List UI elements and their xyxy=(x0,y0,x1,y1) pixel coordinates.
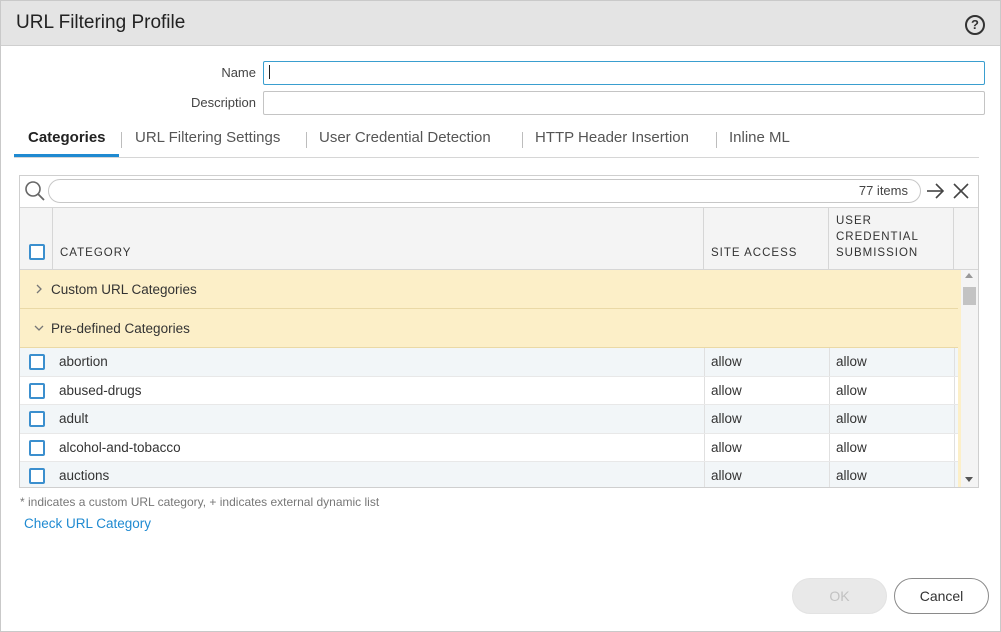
site-access-cell[interactable]: allow xyxy=(711,468,742,483)
group-predefined-categories[interactable]: Pre-defined Categories xyxy=(20,309,958,348)
text-caret xyxy=(269,65,270,79)
category-cell[interactable]: abortion xyxy=(59,354,108,369)
arrow-right-icon[interactable] xyxy=(925,181,945,201)
credential-cell[interactable]: allow xyxy=(836,411,867,426)
chevron-right-icon[interactable] xyxy=(34,284,44,294)
table-row[interactable]: alcohol-and-tobacco allow allow xyxy=(20,433,958,462)
search-icon xyxy=(25,181,45,201)
scrollbar-thumb[interactable] xyxy=(963,287,976,305)
cancel-button[interactable]: Cancel xyxy=(894,578,989,614)
header-site-access[interactable]: SITE ACCESS xyxy=(704,208,829,270)
tab-user-credential-detection[interactable]: User Credential Detection xyxy=(319,129,491,146)
table-row[interactable]: auctions allow allow xyxy=(20,462,958,487)
name-input[interactable] xyxy=(263,61,985,85)
search-bar: 77 items xyxy=(20,176,978,208)
category-cell[interactable]: abused-drugs xyxy=(59,383,142,398)
help-circle-icon[interactable]: ? xyxy=(965,15,985,35)
tab-divider xyxy=(306,132,307,148)
group-label: Pre-defined Categories xyxy=(51,321,190,336)
site-access-cell[interactable]: allow xyxy=(711,383,742,398)
header-site-access-label: SITE ACCESS xyxy=(711,247,798,259)
tab-bar: Categories URL Filtering Settings User C… xyxy=(14,123,979,158)
ok-button[interactable]: OK xyxy=(792,578,887,614)
site-access-cell[interactable]: allow xyxy=(711,354,742,369)
category-cell[interactable]: alcohol-and-tobacco xyxy=(59,440,181,455)
row-checkbox[interactable] xyxy=(29,439,45,456)
header-category[interactable]: CATEGORY xyxy=(53,208,704,270)
check-url-category-link[interactable]: Check URL Category xyxy=(24,516,151,531)
credential-cell[interactable]: allow xyxy=(836,354,867,369)
tab-divider xyxy=(121,132,122,148)
select-all-checkbox[interactable] xyxy=(29,244,45,260)
credential-cell[interactable]: allow xyxy=(836,383,867,398)
chevron-down-icon[interactable] xyxy=(34,323,44,333)
row-checkbox[interactable] xyxy=(29,468,45,484)
row-checkbox[interactable] xyxy=(29,382,45,399)
name-label: Name xyxy=(221,65,256,80)
tab-categories[interactable]: Categories xyxy=(28,129,106,146)
search-input[interactable]: 77 items xyxy=(48,179,921,203)
category-cell[interactable]: adult xyxy=(59,411,88,426)
scroll-down-arrow-icon[interactable] xyxy=(965,477,973,482)
header-select-cell xyxy=(20,208,53,270)
header-category-label: CATEGORY xyxy=(60,247,132,259)
description-label: Description xyxy=(190,95,256,110)
url-filtering-profile-dialog: URL Filtering Profile ? Name Description… xyxy=(0,0,1001,632)
category-cell[interactable]: auctions xyxy=(59,468,109,483)
site-access-cell[interactable]: allow xyxy=(711,440,742,455)
group-custom-url-categories[interactable]: Custom URL Categories xyxy=(20,270,958,309)
row-checkbox[interactable] xyxy=(29,354,45,370)
description-input[interactable] xyxy=(263,91,985,115)
items-count: 77 items xyxy=(858,183,908,198)
scroll-up-arrow-icon[interactable] xyxy=(965,273,973,278)
header-user-credential-submission[interactable]: USER CREDENTIAL SUBMISSION xyxy=(829,208,954,270)
active-tab-underline xyxy=(14,154,119,157)
categories-grid: 77 items CATEGORY SITE ACCESS USER CREDE… xyxy=(19,175,979,488)
credential-cell[interactable]: allow xyxy=(836,440,867,455)
tab-divider xyxy=(716,132,717,148)
row-checkbox[interactable] xyxy=(29,411,45,427)
table-row[interactable]: abused-drugs allow allow xyxy=(20,376,958,405)
tab-http-header-insertion[interactable]: HTTP Header Insertion xyxy=(535,129,689,146)
footnote: * indicates a custom URL category, + ind… xyxy=(20,495,380,509)
header-credential-label: USER CREDENTIAL SUBMISSION xyxy=(836,215,919,259)
tab-divider xyxy=(522,132,523,148)
table-row[interactable]: abortion allow allow xyxy=(20,348,958,377)
tab-url-filtering-settings[interactable]: URL Filtering Settings xyxy=(135,129,280,146)
close-icon[interactable] xyxy=(951,181,971,201)
dialog-titlebar: URL Filtering Profile ? xyxy=(1,1,1000,46)
group-label: Custom URL Categories xyxy=(51,282,197,297)
site-access-cell[interactable]: allow xyxy=(711,411,742,426)
tab-inline-ml[interactable]: Inline ML xyxy=(729,129,790,146)
dialog-title: URL Filtering Profile xyxy=(16,12,186,33)
credential-cell[interactable]: allow xyxy=(836,468,867,483)
table-row[interactable]: adult allow allow xyxy=(20,405,958,434)
table-header: CATEGORY SITE ACCESS USER CREDENTIAL SUBMI… xyxy=(20,208,978,270)
vertical-scrollbar[interactable] xyxy=(961,270,978,487)
